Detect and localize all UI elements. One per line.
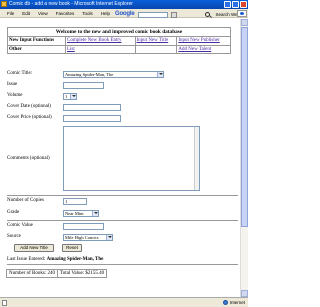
scroll-thumb[interactable] bbox=[241, 27, 248, 227]
grade-value: Near Mint bbox=[65, 211, 84, 216]
menu-help[interactable]: Help bbox=[101, 9, 110, 18]
number-of-books: Number of Books: 240 bbox=[6, 269, 58, 278]
other-label: Other bbox=[7, 44, 66, 54]
comic-title-value: Amazing Spider-Man, The bbox=[65, 72, 114, 77]
chevron-down-icon bbox=[106, 235, 112, 240]
last-issue-value: Amazing Spider-Man, The bbox=[46, 257, 104, 262]
google-go-button[interactable] bbox=[171, 11, 178, 18]
grade-label: Grade bbox=[7, 210, 20, 215]
menu-bar: File Edit View Favorites Tools Help Goog… bbox=[0, 9, 248, 18]
welcome-heading: Welcome to the new and improved comic bo… bbox=[7, 27, 231, 37]
search-web-button[interactable]: Search Web bbox=[202, 10, 241, 19]
cover-price-label: Cover Price (optional) bbox=[7, 115, 52, 120]
menu-edit[interactable]: Edit bbox=[22, 9, 30, 18]
comments-textarea[interactable] bbox=[63, 126, 200, 191]
scroll-down-arrow[interactable] bbox=[241, 290, 248, 297]
scroll-up-arrow[interactable] bbox=[241, 19, 248, 26]
issue-label: Issue bbox=[7, 82, 18, 87]
comic-title-label: Comic Title: bbox=[7, 71, 33, 76]
comic-value-input[interactable] bbox=[63, 223, 104, 230]
chevron-down-icon bbox=[157, 72, 163, 77]
menu-view[interactable]: View bbox=[38, 9, 48, 18]
zone-label: Internet bbox=[229, 300, 245, 305]
source-label: Source bbox=[7, 234, 21, 239]
complete-new-book-entry-link[interactable]: Complete New Book Entry bbox=[67, 38, 122, 43]
cover-date-input[interactable] bbox=[63, 104, 121, 111]
add-new-talent-link[interactable]: Add New Talent bbox=[178, 47, 211, 52]
input-new-title-link[interactable]: Input New Title bbox=[137, 38, 169, 43]
volume-select[interactable]: 1 bbox=[63, 93, 77, 100]
new-input-functions-label: New Input Functions bbox=[7, 36, 66, 46]
window-titlebar: Comic db - add a new book - Microsoft In… bbox=[0, 0, 248, 9]
menu-file[interactable]: File bbox=[7, 9, 14, 18]
totals-table: Number of Books: 240 Total Value: $2155.… bbox=[6, 269, 108, 278]
volume-value: 1 bbox=[65, 94, 68, 99]
status-bar: Internet bbox=[0, 297, 248, 307]
grade-select[interactable]: Near Mint bbox=[63, 210, 99, 217]
last-issue-label: Last Issue Entered: bbox=[7, 257, 46, 262]
cover-date-label: Cover Date (optional) bbox=[7, 104, 51, 109]
page-content: Welcome to the new and improved comic bo… bbox=[0, 19, 240, 297]
windows-logo-icon bbox=[237, 10, 247, 17]
num-copies-label: Number of Copies bbox=[7, 198, 44, 203]
google-logo: Google bbox=[115, 11, 135, 17]
chevron-down-icon bbox=[70, 94, 76, 99]
issue-input[interactable] bbox=[63, 82, 104, 89]
menu-tools[interactable]: Tools bbox=[82, 9, 93, 18]
empty-cell bbox=[134, 44, 178, 54]
google-search-input[interactable] bbox=[138, 11, 169, 18]
close-button[interactable] bbox=[240, 1, 247, 8]
comic-value-label: Comic Value bbox=[7, 223, 33, 228]
list-link[interactable]: List bbox=[67, 47, 75, 52]
cover-price-input[interactable] bbox=[63, 115, 121, 122]
window-title: Comic db - add a new book - Microsoft In… bbox=[9, 1, 133, 7]
divider bbox=[7, 264, 238, 265]
nav-table: Welcome to the new and improved comic bo… bbox=[7, 27, 231, 54]
chevron-down-icon bbox=[92, 211, 98, 216]
page-scrollbar[interactable] bbox=[240, 19, 248, 297]
add-new-title-button[interactable]: Add New Title bbox=[14, 244, 54, 252]
divider bbox=[7, 220, 238, 221]
last-issue-line: Last Issue Entered: Amazing Spider-Man, … bbox=[7, 257, 103, 262]
menu-favorites[interactable]: Favorites bbox=[56, 9, 75, 18]
maximize-button[interactable] bbox=[232, 1, 239, 8]
num-copies-input[interactable]: 1 bbox=[63, 198, 87, 205]
page-done-icon bbox=[2, 300, 7, 306]
input-new-publisher-link[interactable]: Input New Publisher bbox=[178, 38, 219, 43]
comic-title-select[interactable]: Amazing Spider-Man, The bbox=[63, 71, 164, 78]
comments-label: Comments (optional) bbox=[7, 156, 50, 161]
divider bbox=[7, 195, 238, 196]
source-select[interactable]: Mile High Comics bbox=[63, 234, 113, 241]
source-value: Mile High Comics bbox=[65, 235, 99, 240]
volume-label: Volume bbox=[7, 93, 23, 98]
total-value: Total Value: $2155.40 bbox=[56, 269, 108, 278]
zone-indicator: Internet bbox=[222, 298, 245, 307]
globe-icon bbox=[222, 300, 228, 305]
textarea-scrollbar[interactable] bbox=[194, 127, 199, 190]
search-icon bbox=[205, 12, 211, 17]
minimize-button[interactable] bbox=[224, 1, 231, 8]
reset-button[interactable]: Reset bbox=[62, 244, 82, 252]
ie-app-icon bbox=[1, 1, 7, 7]
